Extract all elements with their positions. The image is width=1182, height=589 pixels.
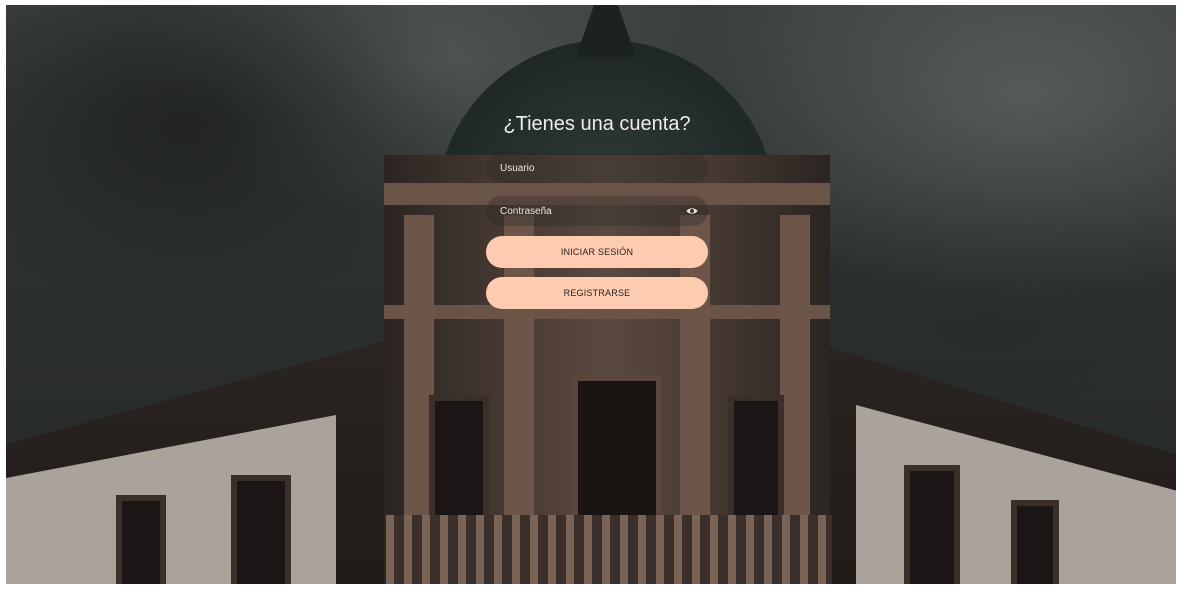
login-title: ¿Tienes una cuenta? bbox=[503, 113, 691, 135]
left-window bbox=[231, 475, 291, 584]
right-window bbox=[1011, 500, 1059, 584]
username-placeholder: Usuario bbox=[500, 162, 535, 174]
username-input[interactable]: Usuario bbox=[486, 153, 708, 183]
balcony-balustrade bbox=[386, 515, 832, 584]
eye-icon[interactable] bbox=[686, 205, 698, 217]
tower-center-window bbox=[572, 375, 662, 525]
password-placeholder: Contraseña bbox=[500, 205, 552, 217]
left-window bbox=[116, 495, 166, 584]
right-window bbox=[904, 465, 960, 584]
tower-left-window bbox=[429, 395, 489, 535]
login-page-background: ¿Tienes una cuenta? Usuario Contraseña I… bbox=[6, 5, 1176, 584]
password-input[interactable]: Contraseña bbox=[486, 196, 708, 226]
register-button[interactable]: REGISTRARSE bbox=[486, 277, 708, 309]
dome-lantern bbox=[576, 5, 636, 57]
tower-right-window bbox=[728, 395, 784, 535]
login-button[interactable]: INICIAR SESIÓN bbox=[486, 236, 708, 268]
